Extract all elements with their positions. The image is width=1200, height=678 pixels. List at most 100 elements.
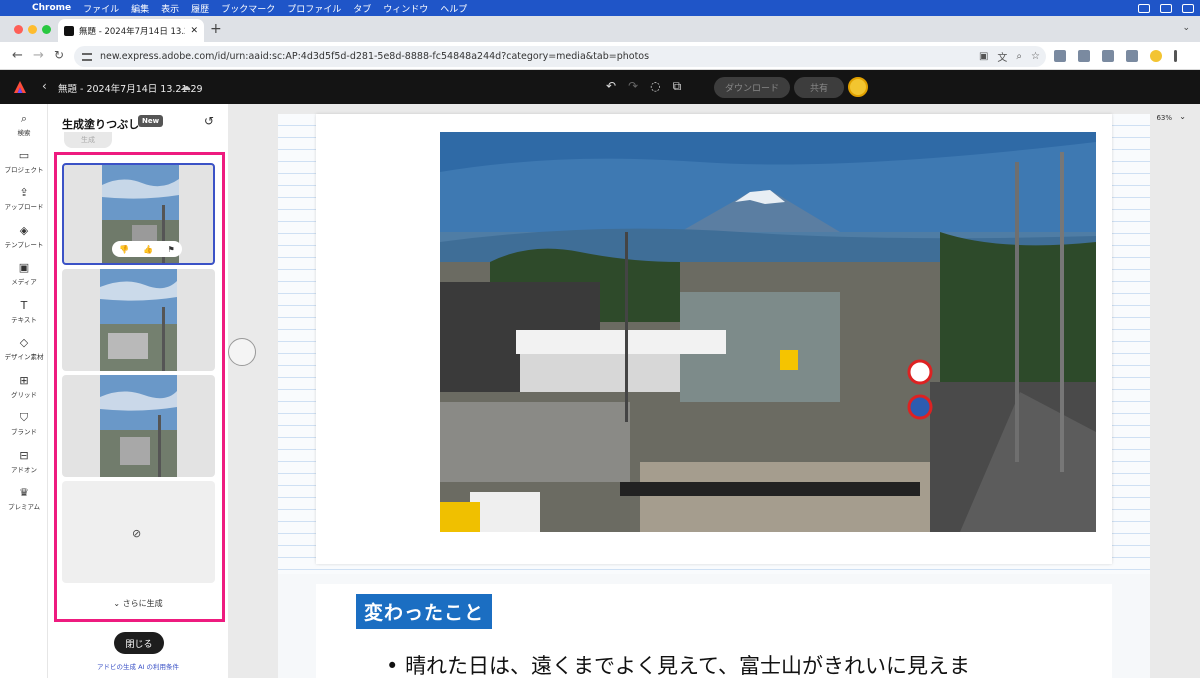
control-center-icon[interactable] (1182, 3, 1194, 13)
back-chevron-icon[interactable]: ‹ (42, 79, 47, 93)
crown-icon: ♛ (19, 486, 29, 499)
header-tools: ↶ ↷ ◌ ⧉ (606, 79, 681, 94)
display-icon[interactable] (1138, 3, 1150, 13)
rail-item-brand[interactable]: ⛉ ブランド (0, 411, 48, 436)
extensions-puzzle-icon[interactable] (1126, 50, 1138, 62)
terms-link[interactable]: アドビの生成 AI の利用条件 (48, 661, 228, 671)
rail-item-premium[interactable]: ♛ プレミアム (0, 486, 48, 511)
zoom-icon[interactable]: ⌕ (1016, 51, 1022, 62)
new-tab-icon[interactable]: + (210, 21, 222, 37)
variant-3[interactable] (62, 375, 215, 477)
comment-icon[interactable]: ◌ (650, 79, 660, 94)
rail-item-upload[interactable]: ⇪ アップロード (0, 186, 48, 211)
status-icons (1138, 0, 1194, 16)
unavailable-icon: ⊘ (132, 527, 142, 540)
share-button[interactable]: 共有 (794, 77, 844, 98)
menu-file[interactable]: ファイル (83, 2, 119, 15)
express-header: ‹ 無題 - 2024年7月14日 13.21.29 ☁ ↶ ↷ ◌ ⧉ ダウン… (0, 70, 1200, 104)
tab-search-chevron-icon[interactable]: ⌄ (1182, 23, 1190, 33)
upload-icon: ⇪ (19, 186, 29, 199)
rail-item-projects[interactable]: ▭ プロジェクト (0, 149, 48, 174)
rail-item-label: グリッド (11, 391, 37, 399)
tab-close-icon[interactable]: ✕ (186, 26, 198, 36)
rail-item-grid[interactable]: ⊞ グリッド (0, 374, 48, 399)
photo-card (316, 114, 1112, 564)
document-page[interactable]: 変わったこと • 晴れた日は、遠くまでよく見えて、富士山がきれいに見えま (278, 114, 1150, 678)
battery-icon[interactable] (1160, 3, 1172, 13)
cloud-sync-icon: ☁ (180, 80, 191, 93)
variant-thumbnail (100, 269, 177, 371)
browser-tab[interactable]: 無題 - 2024年7月14日 13.21.29 ✕ (58, 19, 204, 42)
rail-item-design-assets[interactable]: ◇ デザイン素材 (0, 336, 48, 361)
thumbs-up-icon[interactable]: 👍 (143, 245, 153, 254)
menu-view[interactable]: 表示 (161, 2, 179, 15)
thumbs-down-icon[interactable]: 👎 (119, 245, 129, 254)
menu-window[interactable]: ウィンドウ (383, 2, 428, 15)
url-omnibox[interactable]: new.express.adobe.com/id/urn:aaid:sc:AP:… (74, 46, 1046, 67)
rail-item-templates[interactable]: ◈ テンプレート (0, 224, 48, 249)
generate-button[interactable]: 生成 (64, 132, 112, 148)
zoom-level[interactable]: 63% (1156, 114, 1172, 122)
resize-icon[interactable]: ⧉ (673, 79, 682, 94)
user-avatar[interactable] (848, 77, 868, 97)
zoom-chevron-icon[interactable]: ⌄ (1179, 112, 1186, 121)
menu-history[interactable]: 履歴 (191, 2, 209, 15)
rail-item-text[interactable]: T テキスト (0, 299, 48, 324)
variant-4-empty: ⊘ (62, 481, 215, 583)
bullet-text[interactable]: • 晴れた日は、遠くまでよく見えて、富士山がきれいに見えま (386, 650, 970, 678)
search-icon: ⌕ (20, 112, 28, 125)
close-button[interactable]: 閉じる (114, 632, 164, 654)
extension-translate-icon[interactable] (1054, 50, 1066, 62)
menu-app-name[interactable]: Chrome (32, 3, 71, 13)
window-minimize-button[interactable] (28, 25, 37, 34)
panel-title: 生成塗りつぶし (62, 118, 140, 131)
extension-new-icon[interactable] (1102, 50, 1114, 62)
window-zoom-button[interactable] (42, 25, 51, 34)
translate-icon[interactable]: 文 (997, 49, 1007, 64)
panel-resize-handle[interactable] (228, 338, 256, 366)
media-icon: ▣ (18, 261, 30, 274)
rail-item-label: アップロード (4, 203, 44, 211)
back-icon[interactable]: ← (12, 48, 23, 63)
forward-icon[interactable]: → (33, 48, 44, 63)
window-close-button[interactable] (14, 25, 23, 34)
redo-icon[interactable]: ↷ (628, 79, 638, 94)
profile-avatar-icon[interactable] (1150, 50, 1162, 62)
menu-profile[interactable]: プロファイル (287, 2, 341, 15)
adobe-express-favicon-icon (64, 25, 74, 36)
text-icon: T (20, 299, 28, 312)
menu-tab[interactable]: タブ (353, 2, 371, 15)
section-changes: 変わったこと • 晴れた日は、遠くまでよく見えて、富士山がきれいに見えま (278, 584, 1150, 678)
menu-bookmarks[interactable]: ブックマーク (221, 2, 275, 15)
section-heading[interactable]: 変わったこと (356, 594, 493, 629)
menu-help[interactable]: ヘルプ (440, 2, 467, 15)
variant-1[interactable]: 👎 👍 ⚑ (62, 163, 215, 265)
bookmark-star-icon[interactable]: ☆ (1031, 51, 1040, 62)
download-button[interactable]: ダウンロード (714, 77, 790, 98)
rail-item-media[interactable]: ▣ メディア (0, 261, 48, 286)
flag-icon[interactable]: ⚑ (168, 245, 175, 254)
reload-icon[interactable]: ↻ (54, 48, 64, 62)
rail-item-label: デザイン素材 (4, 353, 44, 361)
extension-icons (1054, 50, 1177, 62)
notebook-background (278, 114, 1150, 574)
rail-item-addons[interactable]: ⊟ アドオン (0, 449, 48, 474)
rail-item-search[interactable]: ⌕ 検索 (0, 112, 48, 137)
browser-menu-icon[interactable] (1174, 50, 1177, 62)
variant-2[interactable] (62, 269, 215, 371)
canvas-area[interactable]: 63% ⌄ 変わったこと • 晴れた日は、遠くまでよく見えて、富士山がきれいに見… (228, 104, 1200, 678)
site-settings-icon[interactable] (82, 52, 92, 61)
tab-strip: 無題 - 2024年7月14日 13.21.29 ✕ + ⌄ (0, 16, 1200, 42)
address-bar-row: ← → ↻ new.express.adobe.com/id/urn:aaid:… (0, 42, 1200, 70)
rail-item-label: テンプレート (4, 241, 44, 249)
mount-fuji-photo[interactable] (440, 132, 1096, 532)
undo-icon[interactable]: ↶ (606, 79, 616, 94)
addon-icon: ⊟ (19, 449, 29, 462)
menu-edit[interactable]: 編集 (131, 2, 149, 15)
install-app-icon[interactable]: ▣ (979, 51, 988, 62)
panel-reset-icon[interactable]: ↺ (204, 114, 214, 128)
rail-item-label: プレミアム (7, 503, 41, 511)
extension-capture-icon[interactable] (1078, 50, 1090, 62)
adobe-express-logo-icon[interactable] (13, 80, 27, 94)
more-generate-button[interactable]: ⌄ さらに生成 (48, 598, 228, 609)
